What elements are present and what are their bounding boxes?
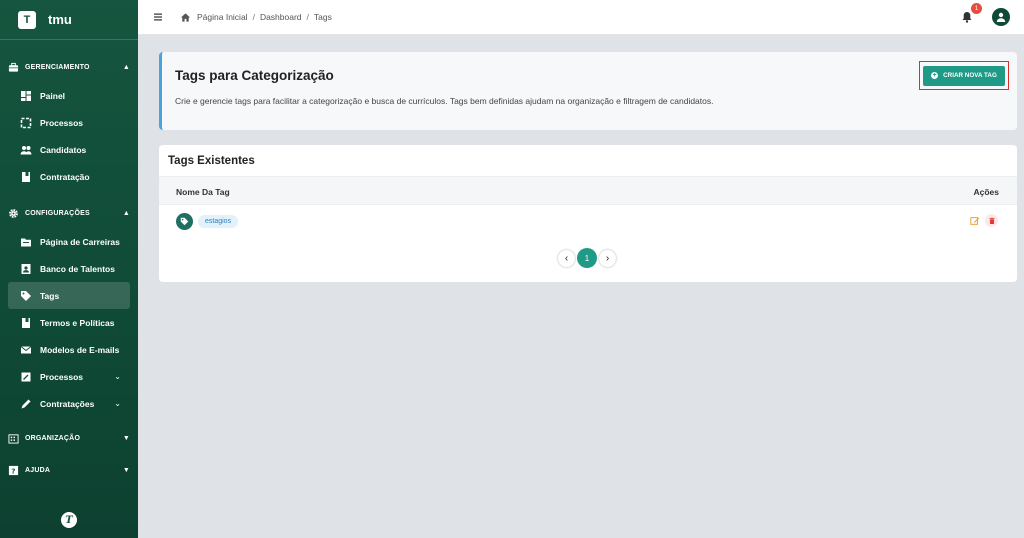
tags-table-card: Tags Existentes Nome Da Tag Ações estagi… xyxy=(159,145,1017,282)
folder-icon xyxy=(20,236,32,248)
pencil-icon xyxy=(20,398,32,410)
document-icon xyxy=(20,317,32,329)
brand-name: tmu xyxy=(48,12,72,27)
sidebar-item-label: Contratações xyxy=(40,398,95,409)
column-header-actions: Ações xyxy=(973,187,999,197)
sidebar-item-contratacao[interactable]: Contratação xyxy=(0,163,138,190)
brand-logo: T xyxy=(18,10,36,29)
page-title: Tags para Categorização xyxy=(175,68,334,83)
tag-chip[interactable]: estagios xyxy=(198,215,239,228)
process-icon xyxy=(20,117,32,129)
edit-box-icon xyxy=(20,371,32,383)
people-icon xyxy=(20,144,32,156)
breadcrumb-dashboard[interactable]: Dashboard xyxy=(260,12,302,22)
notification-badge: 1 xyxy=(971,3,982,14)
sidebar-item-label: Candidatos xyxy=(40,144,87,155)
sidebar-item-label: Banco de Talentos xyxy=(40,263,115,274)
sidebar-item-processos-config[interactable]: Processos ⌄ xyxy=(0,363,138,390)
section-gerenciamento[interactable]: GERENCIAMENTO ▲ xyxy=(0,52,138,82)
contact-card-icon xyxy=(20,263,32,275)
sidebar-footer: T xyxy=(0,512,138,528)
table-title: Tags Existentes xyxy=(168,155,255,167)
footer-logo: T xyxy=(61,512,77,528)
delete-icon[interactable] xyxy=(985,214,998,227)
dashboard-icon xyxy=(20,90,32,102)
sidebar-item-label: Página de Carreiras xyxy=(40,236,120,247)
tag-icon xyxy=(176,213,193,230)
breadcrumb: Página Inicial / Dashboard / Tags xyxy=(180,12,332,23)
sidebar-item-candidatos[interactable]: Candidatos xyxy=(0,136,138,163)
edit-icon[interactable] xyxy=(970,216,980,226)
sidebar-item-pagina-carreiras[interactable]: Página de Carreiras xyxy=(0,228,138,255)
section-label: ORGANIZAÇÃO xyxy=(25,434,81,442)
mail-icon xyxy=(20,344,32,356)
sidebar-item-processos[interactable]: Processos xyxy=(0,109,138,136)
sidebar-item-label: Modelos de E-mails xyxy=(40,344,120,355)
next-page-button[interactable]: › xyxy=(599,249,616,267)
chevron-down-icon: ⌄ xyxy=(114,372,121,381)
section-configuracoes[interactable]: CONFIGURAÇÕES ▲ xyxy=(0,198,138,228)
sidebar-item-tags[interactable]: Tags xyxy=(8,282,130,309)
breadcrumb-home[interactable]: Página Inicial xyxy=(197,12,248,22)
section-organizacao[interactable]: ORGANIZAÇÃO ▼ xyxy=(0,423,138,453)
building-icon xyxy=(8,433,19,444)
plus-circle-icon: + xyxy=(931,72,939,79)
sidebar-item-termos[interactable]: Termos e Políticas xyxy=(0,309,138,336)
table-header: Nome Da Tag Ações xyxy=(159,176,1017,205)
topbar-actions: 1 xyxy=(960,3,1010,26)
sidebar-item-contratacoes[interactable]: Contratações ⌄ xyxy=(0,390,138,417)
briefcase-icon xyxy=(8,62,19,73)
create-tag-button-highlight: + CRIAR NOVA TAG xyxy=(919,61,1009,90)
breadcrumb-separator: / xyxy=(306,12,309,22)
svg-text:?: ? xyxy=(11,466,15,475)
table-row: estagios xyxy=(159,207,1017,237)
help-icon: ? xyxy=(8,465,19,476)
sidebar-item-label: Painel xyxy=(40,90,66,101)
caret-up-icon: ▲ xyxy=(122,209,130,217)
sidebar-item-label: Termos e Políticas xyxy=(40,317,115,328)
sidebar-item-painel[interactable]: Painel xyxy=(0,82,138,109)
tag-icon xyxy=(20,290,32,302)
document-icon xyxy=(20,171,32,183)
caret-down-icon: ▼ xyxy=(122,466,130,474)
sidebar-item-modelos-email[interactable]: Modelos de E-mails xyxy=(0,336,138,363)
breadcrumb-current: Tags xyxy=(313,12,332,22)
section-ajuda[interactable]: ? AJUDA ▼ xyxy=(0,455,138,485)
section-label: GERENCIAMENTO xyxy=(25,63,90,71)
prev-page-button[interactable]: ‹ xyxy=(558,249,575,267)
pagination: ‹ 1 › xyxy=(558,248,616,268)
caret-up-icon: ▲ xyxy=(122,63,130,71)
menu-icon[interactable] xyxy=(152,11,164,23)
current-page-button[interactable]: 1 xyxy=(577,248,597,268)
sidebar-item-banco-talentos[interactable]: Banco de Talentos xyxy=(0,255,138,282)
user-avatar[interactable] xyxy=(992,8,1010,26)
section-label: CONFIGURAÇÕES xyxy=(25,209,90,217)
sidebar-item-label: Tags xyxy=(40,290,60,301)
column-header-name: Nome Da Tag xyxy=(176,187,230,197)
section-label: AJUDA xyxy=(25,466,51,474)
user-icon xyxy=(996,12,1006,22)
sidebar-item-label: Processos xyxy=(40,371,83,382)
sidebar: T tmu GERENCIAMENTO ▲ Painel Processos C… xyxy=(0,0,138,538)
sidebar-item-label: Processos xyxy=(40,117,83,128)
page-header-card: Tags para Categorização Crie e gerencie … xyxy=(159,52,1017,130)
sidebar-item-label: Contratação xyxy=(40,171,90,182)
brand[interactable]: T tmu xyxy=(0,0,138,40)
gear-icon xyxy=(8,208,19,219)
topbar: Página Inicial / Dashboard / Tags 1 xyxy=(138,0,1024,35)
create-tag-button[interactable]: + CRIAR NOVA TAG xyxy=(923,65,1005,86)
page-description: Crie e gerencie tags para facilitar a ca… xyxy=(175,96,714,106)
caret-down-icon: ▼ xyxy=(122,434,130,442)
notification-bell-icon[interactable]: 1 xyxy=(960,3,982,24)
breadcrumb-separator: / xyxy=(252,12,255,22)
create-tag-label: CRIAR NOVA TAG xyxy=(943,72,997,79)
home-icon[interactable] xyxy=(180,12,191,23)
chevron-down-icon: ⌄ xyxy=(114,399,121,408)
